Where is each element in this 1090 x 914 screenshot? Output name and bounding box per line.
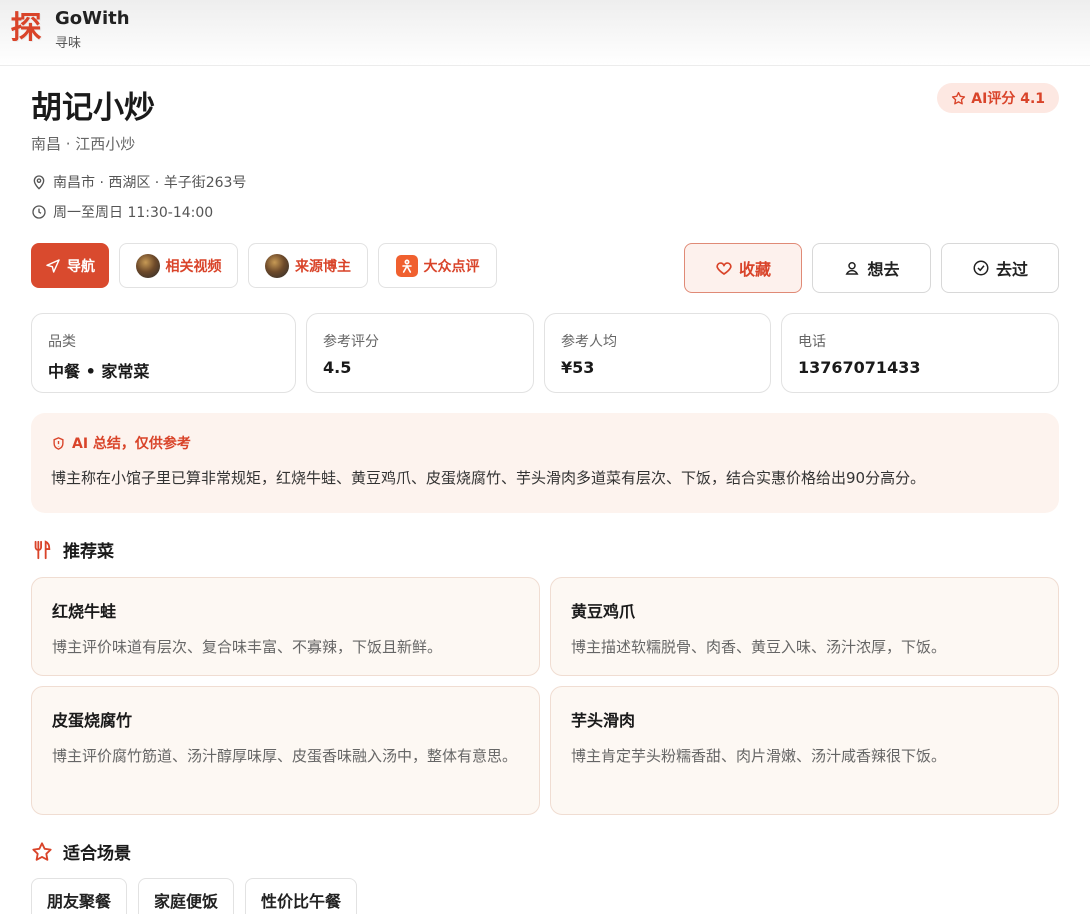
card-value: ¥53 (561, 358, 595, 377)
card-value: 中餐 • 家常菜 (48, 362, 150, 381)
scene-tag[interactable]: 性价比午餐 (245, 878, 358, 914)
dish-name: 黄豆鸡爪 (571, 602, 636, 621)
dish-name: 芋头滑肉 (571, 711, 636, 730)
dish-desc: 博主评价腐竹筋道、汤汁醇厚味厚、皮蛋香味融入汤中，整体有意思。 (52, 747, 518, 765)
star-icon (32, 841, 52, 861)
avatar (135, 253, 160, 278)
hours-text: 周一至周日 11:30-14:00 (53, 205, 214, 221)
recommended-section-title: 推荐菜 (31, 537, 114, 562)
star-icon (952, 91, 966, 104)
dianping-icon (395, 254, 418, 277)
ai-summary-text: 博主称在小馆子里已算非常规矩，红烧牛蛙、黄豆鸡爪、皮蛋烧腐竹、芋头滑肉多道菜有层… (51, 469, 926, 487)
ai-summary-box: AI 总结，仅供参考 博主称在小馆子里已算非常规矩，红烧牛蛙、黄豆鸡爪、皮蛋烧腐… (31, 413, 1059, 513)
card-label: 参考评分 (323, 334, 379, 350)
app-logo[interactable]: 探 (6, 6, 46, 50)
navigate-label: 导航 (67, 258, 95, 275)
scenes-section-title: 适合场景 (31, 839, 131, 864)
favorite-button[interactable]: 收藏 (684, 243, 802, 293)
dish-card: 红烧牛蛙 博主评价味道有层次、复合味丰富、不寡辣，下饭且新鲜。 (31, 577, 540, 676)
dish-desc: 博主肯定芋头粉糯香甜、肉片滑嫩、汤汁咸香辣很下饭。 (571, 747, 947, 765)
favorite-label: 收藏 (738, 260, 771, 279)
heart-icon (716, 262, 732, 275)
info-card-price: 参考人均 ¥53 (544, 313, 771, 393)
fork-knife-icon (34, 539, 51, 559)
app-name: GoWith (55, 8, 130, 29)
scene-tag[interactable]: 朋友聚餐 (31, 878, 128, 914)
shield-icon (53, 436, 64, 450)
want-to-go-label: 想去 (867, 260, 900, 279)
dish-desc: 博主描述软糯脱骨、肉香、黄豆入味、汤汁浓厚，下饭。 (571, 638, 947, 656)
check-circle-icon (973, 260, 989, 276)
scenes-title: 适合场景 (63, 844, 131, 864)
card-label: 参考人均 (561, 334, 617, 350)
app-subtitle: 寻味 (55, 36, 82, 51)
address-text: 南昌市 · 西湖区 · 羊子街263号 (53, 175, 247, 191)
card-label: 电话 (798, 334, 826, 350)
hours-line: 周一至周日 11:30-14:00 (31, 202, 213, 222)
source-blogger-label: 来源博主 (295, 258, 351, 275)
dish-desc: 博主评价味道有层次、复合味丰富、不寡辣，下饭且新鲜。 (52, 638, 443, 656)
dish-card: 皮蛋烧腐竹 博主评价腐竹筋道、汤汁醇厚味厚、皮蛋香味融入汤中，整体有意思。 (31, 686, 540, 815)
phone-number[interactable]: 13767071433 (798, 358, 1042, 377)
dish-name: 红烧牛蛙 (52, 602, 117, 621)
avatar (265, 253, 289, 278)
recommended-title: 推荐菜 (63, 542, 114, 562)
info-card-rating: 参考评分 4.5 (306, 313, 534, 393)
ai-summary-title: AI 总结，仅供参考 (72, 436, 191, 452)
card-label: 品类 (48, 334, 76, 350)
navigation-icon (46, 258, 60, 273)
dish-card: 芋头滑肉 博主肯定芋头粉糯香甜、肉片滑嫩、汤汁咸香辣很下饭。 (550, 686, 1059, 815)
ai-score-badge: AI评分 4.1 (937, 83, 1059, 113)
restaurant-name: 胡记小炒 (31, 90, 155, 126)
dianping-label: 大众点评 (423, 258, 480, 275)
user-pin-icon (846, 262, 859, 275)
dianping-button[interactable]: 大众点评 (378, 243, 497, 288)
dish-card: 黄豆鸡爪 博主描述软糯脱骨、肉香、黄豆入味、汤汁浓厚，下饭。 (550, 577, 1059, 676)
want-to-go-button[interactable]: 想去 (812, 243, 931, 293)
navigate-button[interactable]: 导航 (31, 243, 109, 288)
related-videos-button[interactable]: 相关视频 (119, 243, 238, 288)
scene-tag[interactable]: 家庭便饭 (138, 878, 235, 914)
ai-summary-header: AI 总结，仅供参考 (51, 433, 1039, 453)
clock-icon (32, 205, 46, 219)
dish-name: 皮蛋烧腐竹 (52, 711, 133, 730)
related-videos-label: 相关视频 (165, 258, 222, 275)
info-card-phone[interactable]: 电话 13767071433 (781, 313, 1059, 393)
ai-score-text: AI评分 4.1 (971, 91, 1045, 107)
info-card-category: 品类 中餐 • 家常菜 (31, 313, 296, 393)
been-there-label: 去过 (995, 260, 1028, 279)
location-icon (33, 175, 45, 190)
been-there-button[interactable]: 去过 (941, 243, 1059, 293)
source-blogger-button[interactable]: 来源博主 (248, 243, 368, 288)
top-bar: 探 GoWith 寻味 (0, 0, 1090, 66)
restaurant-subtitle: 南昌 · 江西小炒 (31, 135, 136, 153)
card-value: 4.5 (323, 358, 352, 377)
address-line: 南昌市 · 西湖区 · 羊子街263号 (31, 172, 246, 192)
